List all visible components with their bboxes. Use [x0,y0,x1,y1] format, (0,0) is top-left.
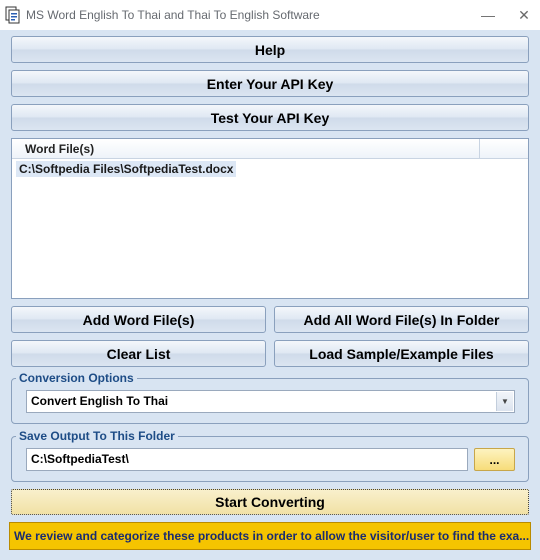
output-folder-input[interactable]: C:\SoftpediaTest\ [26,448,468,471]
add-word-files-button[interactable]: Add Word File(s) [11,306,266,333]
enter-api-key-button[interactable]: Enter Your API Key [11,70,529,97]
conversion-options-select[interactable]: Convert English To Thai ▼ [26,390,515,413]
window-title: MS Word English To Thai and Thai To Engl… [26,8,320,22]
title-bar: MS Word English To Thai and Thai To Engl… [0,0,540,30]
output-folder-label: Save Output To This Folder [16,429,178,443]
help-button[interactable]: Help [11,36,529,63]
start-converting-button[interactable]: Start Converting [11,489,529,515]
clear-list-button[interactable]: Clear List [11,340,266,367]
promo-banner[interactable]: We review and categorize these products … [9,522,531,550]
add-all-files-in-folder-button[interactable]: Add All Word File(s) In Folder [274,306,529,333]
word-document-icon[interactable] [5,6,21,24]
minimize-icon[interactable]: — [478,5,498,25]
close-icon[interactable]: ✕ [514,5,534,25]
browse-folder-button[interactable]: ... [474,448,515,471]
test-api-key-button[interactable]: Test Your API Key [11,104,529,131]
chevron-down-icon[interactable]: ▼ [496,392,513,411]
column-header-word-files[interactable]: Word File(s) [12,139,480,159]
list-item[interactable]: C:\Softpedia Files\SoftpediaTest.docx [16,161,237,177]
list-header: Word File(s) [12,139,528,159]
conversion-options-label: Conversion Options [16,371,137,385]
load-sample-files-button[interactable]: Load Sample/Example Files [274,340,529,367]
conversion-options-value: Convert English To Thai [31,394,169,408]
file-list[interactable]: Word File(s) C:\Softpedia Files\Softpedi… [11,138,529,299]
